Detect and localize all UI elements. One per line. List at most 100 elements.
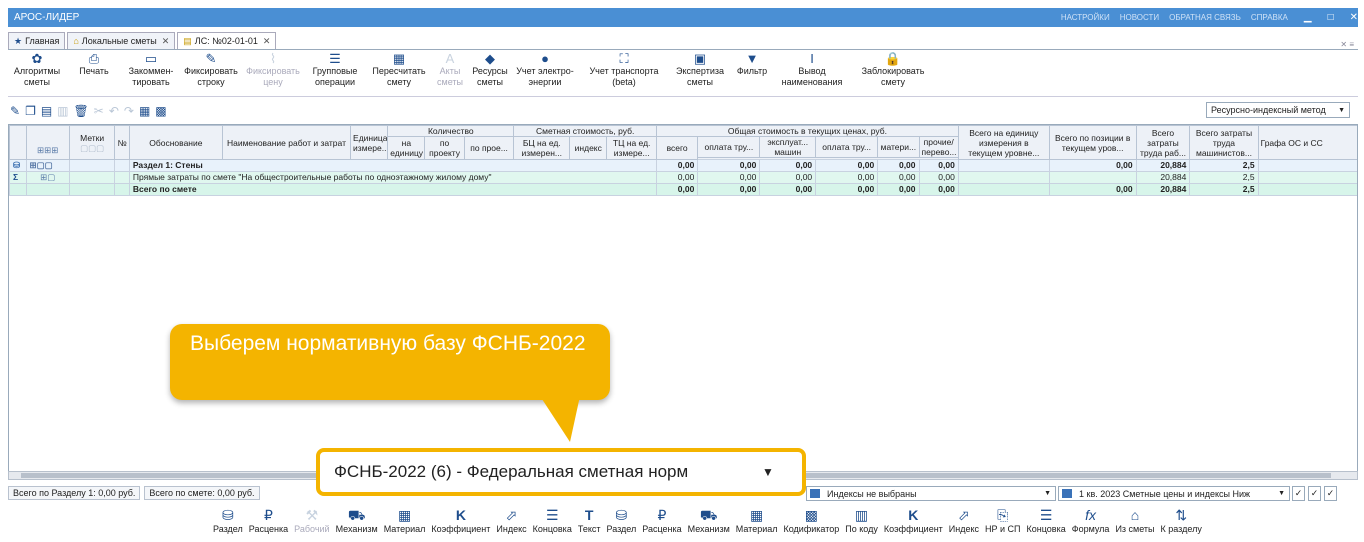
bc-per-unit-header[interactable]: БЦ на ед. измерен... <box>513 136 571 160</box>
per-unit-header[interactable]: Всего на единицу измерения в текущем уро… <box>957 125 1050 160</box>
codifier-button[interactable]: ▩ Кодификатор <box>781 506 843 535</box>
algorithms-button[interactable]: ✿ Алгоритмы сметы <box>8 51 66 88</box>
name-output-button[interactable]: I Вывод наименования <box>774 51 850 88</box>
cut-icon[interactable]: ✂ <box>94 104 104 118</box>
pin-close-icon[interactable]: ✕ ≡ <box>1340 40 1358 49</box>
from-estimate-button[interactable]: ⌂ Из сметы <box>1112 506 1157 535</box>
formula-button[interactable]: fx Формула <box>1069 506 1113 535</box>
insert-index-button[interactable]: ⬀ Индекс <box>946 506 982 535</box>
by-code-button[interactable]: ▥ По коду <box>842 506 881 535</box>
method-select[interactable]: Ресурсно-индексный метод ▼ <box>1206 102 1350 118</box>
work-name-header[interactable]: Наименование работ и затрат <box>221 125 352 160</box>
add-rate-button[interactable]: ₽ Расценка <box>246 506 291 535</box>
index-header[interactable]: индекс <box>569 136 608 160</box>
comment-button[interactable]: ▭ Закоммен-тировать <box>122 51 180 88</box>
print-button[interactable]: ⎙ Печать <box>66 51 122 77</box>
fix-row-button[interactable]: ✎ Фиксировать строку <box>180 51 242 88</box>
insert-rate-button[interactable]: ₽ Расценка <box>639 506 684 535</box>
norm-base-select[interactable]: ФСНБ-2022 (6) - Федеральная сметная норм… <box>316 448 806 496</box>
resources-button[interactable]: ◆ Ресурсы сметы <box>468 51 512 88</box>
total-header[interactable]: всего <box>655 136 699 160</box>
acts-button[interactable]: A Акты сметы <box>432 51 468 88</box>
qty-by-project-header[interactable]: по проекту <box>424 136 465 160</box>
tab-estimate[interactable]: ▤ ЛС: №02-01-01 ✕ <box>177 32 277 49</box>
add-section-button[interactable]: ⛁ Раздел <box>210 506 246 535</box>
marks-header[interactable]: Метки ▢▢▢ <box>68 125 116 160</box>
prices-select[interactable]: 1 кв. 2023 Сметные цены и индексы Ниж ▼ <box>1058 486 1290 501</box>
table-row[interactable]: ⛁ ⊞▢▢ Раздел 1: Стены 0,00 0,00 0,00 0,0… <box>9 159 1357 172</box>
lock-estimate-button[interactable]: 🔒 Заблокировать смету <box>850 51 936 88</box>
menu-help[interactable]: СПРАВКА <box>1251 13 1288 22</box>
filter-button[interactable]: ▼ Фильтр <box>730 51 774 77</box>
maximize-icon[interactable]: □ <box>1328 12 1334 23</box>
table-row[interactable]: Σ ⊞▢ Прямые затраты по смете "На общестр… <box>9 171 1357 184</box>
copy-icon[interactable]: ❐ <box>25 104 36 118</box>
add-index-button[interactable]: ⬀ Индекс <box>493 506 529 535</box>
insert-ending-button[interactable]: ☰ Концовка <box>1024 506 1069 535</box>
number-header[interactable]: № <box>114 125 130 160</box>
add-worker-button[interactable]: ⚒ Рабочий <box>291 506 332 535</box>
insert-material-button[interactable]: ▦ Материал <box>733 506 781 535</box>
button-label: Раздел <box>606 524 637 534</box>
close-icon[interactable]: ✕ <box>263 36 271 47</box>
insert-section-button[interactable]: ⛁ Раздел <box>604 506 640 535</box>
quantity-header[interactable]: Количество <box>387 125 515 137</box>
check-icon[interactable]: ✓ <box>1292 486 1305 501</box>
close-icon[interactable]: ✕ <box>1350 12 1358 23</box>
paste-icon[interactable]: ▤ <box>41 104 52 118</box>
group-operations-button[interactable]: ☰ Групповые операции <box>304 51 366 88</box>
labor-total-header[interactable]: Всего затраты труда раб... <box>1135 125 1191 160</box>
check-icon[interactable]: ✓ <box>1308 486 1321 501</box>
lock-icon: 🔒 <box>884 51 902 66</box>
total-current-header[interactable]: Общая стоимость в текущих ценах, руб. <box>655 125 959 137</box>
labor-pay2-header[interactable]: оплата тру... <box>815 136 879 158</box>
energy-button[interactable]: ● Учет электро-энергии <box>512 51 578 88</box>
menu-settings[interactable]: НАСТРОЙКИ <box>1061 13 1110 22</box>
expertise-button[interactable]: ▣ Экспертиза сметы <box>670 51 730 88</box>
to-section-button[interactable]: ⇅ К разделу <box>1158 506 1205 535</box>
qty-per-unit-header[interactable]: на единицу <box>387 136 426 160</box>
expand-icon[interactable]: ▦ <box>139 104 150 118</box>
add-coefficient-button[interactable]: K Коэффициент <box>428 506 493 535</box>
table-row[interactable]: Всего по смете 0,00 0,00 0,00 0,00 0,00 … <box>9 183 1357 196</box>
add-machine-button[interactable]: ⛟ Механизм <box>333 506 381 535</box>
menu-feedback[interactable]: ОБРАТНАЯ СВЯЗЬ <box>1169 13 1241 22</box>
edit-icon[interactable]: ✎ <box>10 104 20 118</box>
menu-news[interactable]: НОВОСТИ <box>1120 13 1159 22</box>
add-material-button[interactable]: ▦ Материал <box>381 506 429 535</box>
os-column-header[interactable]: Графа ОС и СС <box>1257 125 1357 160</box>
collapse-icon[interactable]: ▩ <box>155 104 166 118</box>
add-text-button[interactable]: T Текст <box>575 506 604 535</box>
fix-price-button[interactable]: ⌇ Фиксировать цену <box>242 51 304 88</box>
add-ending-button[interactable]: ☰ Концовка <box>530 506 575 535</box>
tab-local-estimates[interactable]: ⌂ Локальные сметы ✕ <box>67 32 176 49</box>
undo-icon[interactable]: ↶ <box>109 104 119 118</box>
machine-op-header[interactable]: эксплуат... машин <box>759 136 817 158</box>
machinist-header[interactable]: Всего затраты труда машинистов... <box>1189 125 1259 160</box>
unit-header[interactable]: Единица измере... <box>350 125 389 160</box>
check-icon[interactable]: ✓ <box>1324 486 1337 501</box>
tab-home[interactable]: ★ Главная <box>8 32 66 49</box>
overhead-button[interactable]: ⎘ НР и СП <box>982 506 1024 535</box>
labor-pay-header[interactable]: оплата тру... <box>697 136 761 158</box>
minimize-icon[interactable]: ▁ <box>1304 12 1312 23</box>
delete-icon[interactable]: 🗑 <box>74 104 89 118</box>
basis-header[interactable]: Обоснование <box>128 125 223 160</box>
qty-by-pro-header[interactable]: по прое... <box>463 136 515 160</box>
insert-machine-button[interactable]: ⛟ Механизм <box>685 506 733 535</box>
insert-coefficient-button[interactable]: K Коэффициент <box>881 506 946 535</box>
header-label: Всего затраты труда раб... <box>1140 127 1186 158</box>
expand-icon[interactable]: ⊞▢ <box>25 171 70 184</box>
transport-button[interactable]: ⛶ Учет транспорта (beta) <box>578 51 670 88</box>
expand-icon[interactable]: ⊞▢▢ <box>25 159 70 172</box>
redo-icon[interactable]: ↷ <box>124 104 134 118</box>
estimate-cost-header[interactable]: Сметная стоимость, руб. <box>513 125 657 137</box>
close-icon[interactable]: ✕ <box>162 36 170 47</box>
indexes-select[interactable]: Индексы не выбраны ▼ <box>806 486 1056 501</box>
tc-per-unit-header[interactable]: ТЦ на ед. измере... <box>606 136 657 160</box>
per-position-header[interactable]: Всего по позиции в текущем уров... <box>1048 125 1137 160</box>
materials-header[interactable]: матери... <box>877 136 920 158</box>
duplicate-icon[interactable]: ▥ <box>57 104 68 118</box>
recalculate-button[interactable]: ▦ Пересчитать смету <box>366 51 432 88</box>
other-header[interactable]: прочие/ перево... <box>918 136 959 158</box>
